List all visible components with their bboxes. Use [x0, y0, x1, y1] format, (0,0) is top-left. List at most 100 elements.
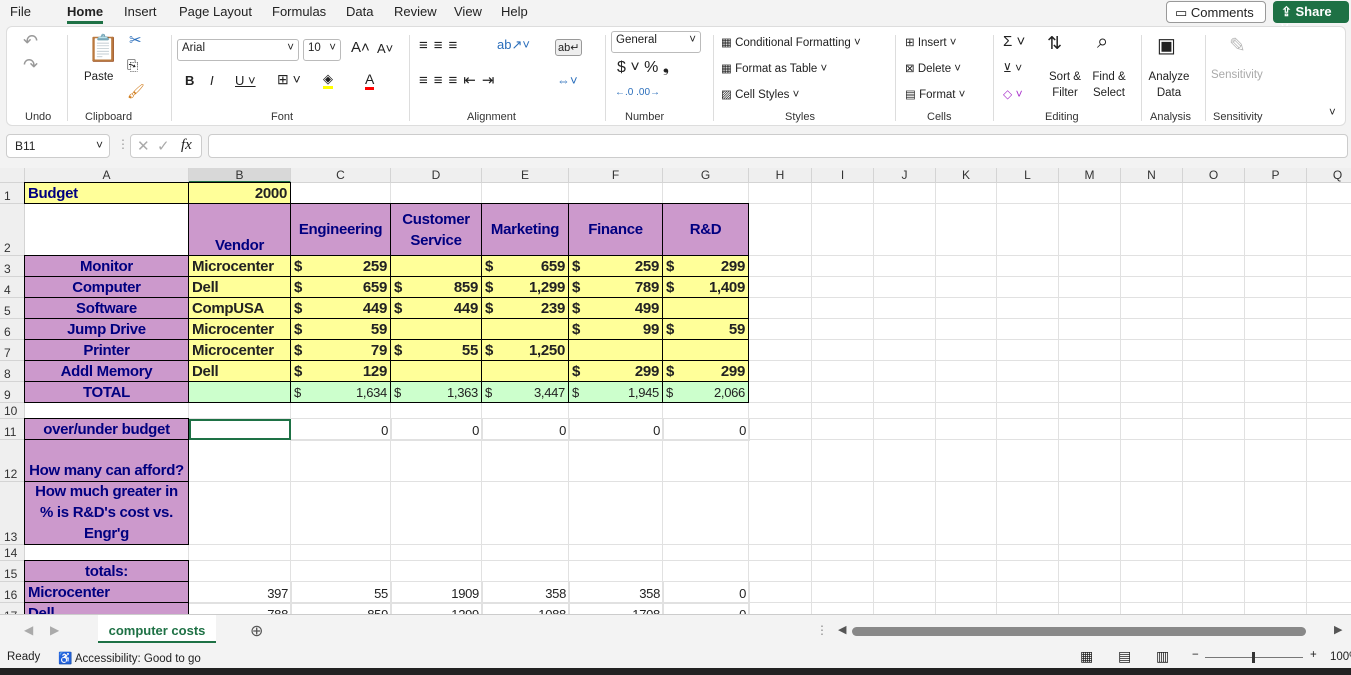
- column-header-K[interactable]: K: [936, 168, 997, 183]
- cell-C5[interactable]: $449: [290, 297, 391, 319]
- cell-J10[interactable]: [874, 403, 936, 419]
- cell-K12[interactable]: [936, 440, 997, 482]
- cell-J15[interactable]: [874, 561, 936, 582]
- delete-cells-button[interactable]: ⊠ Delete ˅: [905, 61, 961, 75]
- row-header-12[interactable]: 12: [0, 440, 25, 482]
- row-header-3[interactable]: 3: [0, 256, 25, 277]
- row-header-10[interactable]: 10: [0, 403, 25, 419]
- cell-I12[interactable]: [812, 440, 874, 482]
- cell-D5[interactable]: $449: [390, 297, 482, 319]
- cell-J16[interactable]: [874, 582, 936, 603]
- cell-M3[interactable]: [1059, 256, 1121, 277]
- column-header-I[interactable]: I: [812, 168, 874, 183]
- cell-P16[interactable]: [1245, 582, 1307, 603]
- cell-Q14[interactable]: [1307, 545, 1351, 561]
- cell-P13[interactable]: [1245, 482, 1307, 545]
- cell-G7[interactable]: [662, 339, 749, 361]
- cell-I7[interactable]: [812, 340, 874, 361]
- cell-N10[interactable]: [1121, 403, 1183, 419]
- cell-N3[interactable]: [1121, 256, 1183, 277]
- autosum-icon[interactable]: Σ ˅: [1003, 33, 1025, 50]
- cell-D7[interactable]: $55: [390, 339, 482, 361]
- cell-M9[interactable]: [1059, 382, 1121, 403]
- cell-F16[interactable]: 358: [569, 582, 664, 604]
- cell-J6[interactable]: [874, 319, 936, 340]
- tab-review[interactable]: Review: [394, 4, 437, 19]
- cell-N5[interactable]: [1121, 298, 1183, 319]
- cell-L1[interactable]: [997, 183, 1059, 204]
- prev-sheet-icon[interactable]: ◀: [24, 623, 33, 637]
- cell-Q17[interactable]: [1307, 603, 1351, 614]
- cell-F7[interactable]: [568, 339, 663, 361]
- cell-I15[interactable]: [812, 561, 874, 582]
- page-break-view-icon[interactable]: ▥: [1156, 648, 1169, 665]
- cell-B15[interactable]: [189, 561, 291, 582]
- column-header-J[interactable]: J: [874, 168, 936, 183]
- cell-E8[interactable]: [481, 360, 569, 382]
- cell-K10[interactable]: [936, 403, 997, 419]
- cell-A10[interactable]: [25, 403, 189, 419]
- cell-P4[interactable]: [1245, 277, 1307, 298]
- cell-I2[interactable]: [812, 204, 874, 256]
- cell-A2[interactable]: [25, 204, 190, 257]
- cell-D6[interactable]: [390, 318, 482, 340]
- cell-N2[interactable]: [1121, 204, 1183, 256]
- cell-F5[interactable]: $499: [568, 297, 663, 319]
- cell-A5[interactable]: Software: [24, 297, 189, 319]
- cell-B12[interactable]: [189, 440, 291, 482]
- cell-Q6[interactable]: [1307, 319, 1351, 340]
- cell-L5[interactable]: [997, 298, 1059, 319]
- currency-percent-comma-icons[interactable]: $ ˅ % ❟: [617, 59, 669, 77]
- cell-E14[interactable]: [482, 545, 569, 561]
- cell-E16[interactable]: 358: [482, 582, 570, 604]
- cell-G1[interactable]: [663, 183, 749, 204]
- cell-L15[interactable]: [997, 561, 1059, 582]
- cell-C17[interactable]: 859: [291, 603, 392, 614]
- tab-view[interactable]: View: [454, 4, 482, 19]
- cell-H7[interactable]: [749, 340, 812, 361]
- cell-G17[interactable]: 0: [663, 603, 750, 614]
- zoom-slider-thumb[interactable]: [1252, 652, 1255, 663]
- cell-Q2[interactable]: [1307, 204, 1351, 256]
- cell-N16[interactable]: [1121, 582, 1183, 603]
- cell-E4[interactable]: $1,299: [481, 276, 569, 298]
- cell-P2[interactable]: [1245, 204, 1307, 256]
- cell-M2[interactable]: [1059, 204, 1121, 256]
- cell-M5[interactable]: [1059, 298, 1121, 319]
- cell-D13[interactable]: [391, 482, 482, 545]
- cell-L7[interactable]: [997, 340, 1059, 361]
- insert-cells-button[interactable]: ⊞ Insert ˅: [905, 35, 957, 49]
- row-header-4[interactable]: 4: [0, 277, 25, 298]
- tab-data[interactable]: Data: [346, 4, 373, 19]
- cell-J17[interactable]: [874, 603, 936, 614]
- column-header-N[interactable]: N: [1121, 168, 1183, 183]
- font-color-icon[interactable]: A: [365, 71, 375, 90]
- cell-H9[interactable]: [749, 382, 812, 403]
- cell-B13[interactable]: [189, 482, 291, 545]
- increase-font-icon[interactable]: A˄: [351, 39, 370, 56]
- tab-formulas[interactable]: Formulas: [272, 4, 326, 19]
- cell-J14[interactable]: [874, 545, 936, 561]
- cell-J13[interactable]: [874, 482, 936, 545]
- column-header-P[interactable]: P: [1245, 168, 1307, 183]
- cut-icon[interactable]: ✂: [129, 31, 142, 49]
- cell-N13[interactable]: [1121, 482, 1183, 545]
- comments-button[interactable]: ▭ Comments: [1166, 1, 1266, 23]
- tab-split-grip[interactable]: ⋮: [816, 623, 828, 637]
- cell-K13[interactable]: [936, 482, 997, 545]
- cell-K6[interactable]: [936, 319, 997, 340]
- cell-Q8[interactable]: [1307, 361, 1351, 382]
- cell-F9[interactable]: $1,945: [568, 381, 663, 403]
- cancel-icon[interactable]: ✕: [137, 137, 150, 155]
- cell-Q3[interactable]: [1307, 256, 1351, 277]
- next-sheet-icon[interactable]: ▶: [50, 623, 59, 637]
- cell-L16[interactable]: [997, 582, 1059, 603]
- paste-button[interactable]: Paste: [84, 71, 113, 83]
- cell-K2[interactable]: [936, 204, 997, 256]
- cell-G3[interactable]: $299: [662, 255, 749, 277]
- cell-O8[interactable]: [1183, 361, 1245, 382]
- cell-L8[interactable]: [997, 361, 1059, 382]
- cell-J2[interactable]: [874, 204, 936, 256]
- column-header-H[interactable]: H: [749, 168, 812, 183]
- cell-I3[interactable]: [812, 256, 874, 277]
